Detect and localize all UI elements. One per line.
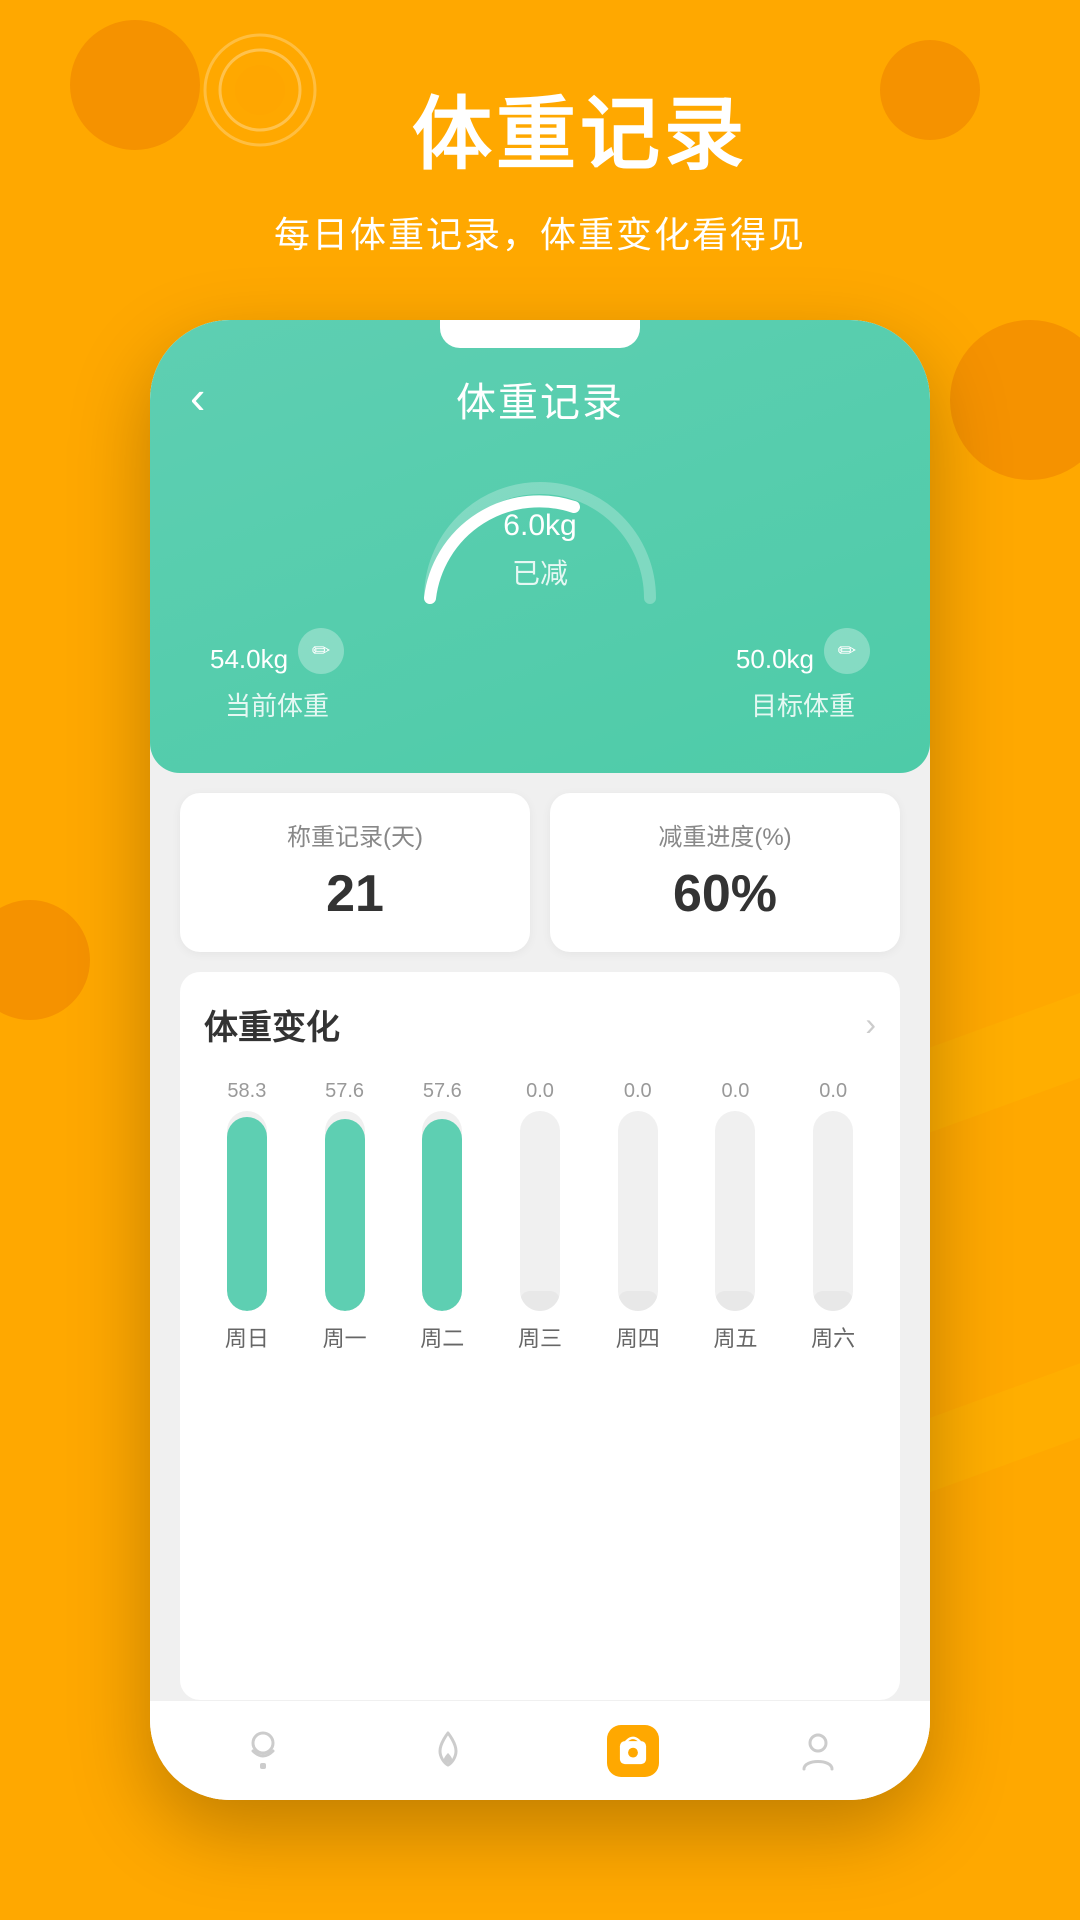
bar-day-label-4: 周四: [616, 1321, 660, 1353]
bar-fill-0: [227, 1117, 267, 1311]
stats-cards: 称重记录(天) 21 减重进度(%) 60%: [150, 773, 930, 952]
bar-day-label-3: 周三: [518, 1321, 562, 1353]
screen-title: 体重记录: [190, 370, 890, 428]
gauge-text: 6.0kg 已减: [503, 488, 576, 592]
edit-target-weight-button[interactable]: ✏: [824, 628, 870, 674]
top-section: ‹ 体重记录 6.0kg 已减: [150, 320, 930, 773]
bar-track-2: [422, 1111, 462, 1311]
bar-value-label-3: 0.0: [526, 1080, 554, 1103]
bar-col-4: 0.0 周四: [595, 1073, 681, 1353]
current-weight-value: 54.0kg: [210, 622, 288, 680]
app-subtitle: 每日体重记录，体重变化看得见: [0, 206, 1080, 258]
chart-more-arrow[interactable]: ›: [865, 1006, 876, 1043]
bar-track-3: [520, 1111, 560, 1311]
bar-fill-3: [520, 1291, 560, 1311]
app-title: 体重记录: [412, 70, 748, 186]
bar-fill-4: [618, 1291, 658, 1311]
bar-day-label-0: 周日: [225, 1321, 269, 1353]
bar-col-3: 0.0 周三: [497, 1073, 583, 1353]
person-icon: [792, 1725, 844, 1777]
bar-day-label-6: 周六: [811, 1321, 855, 1353]
food-icon: [237, 1725, 289, 1777]
stat-card-label-0: 称重记录(天): [200, 817, 510, 852]
bar-day-label-2: 周二: [420, 1321, 464, 1353]
bar-chart: 58.3 周日 57.6 周一 57.6 周二 0.0 周三 0.0 周四 0.0 周五 0.0 周六: [204, 1073, 876, 1353]
target-weight-stat: 50.0kg ✏ 目标体重: [736, 622, 870, 723]
phone-screen: ‹ 体重记录 6.0kg 已减: [150, 320, 930, 1800]
bar-fill-2: [422, 1119, 462, 1311]
phone-mockup: ‹ 体重记录 6.0kg 已减: [150, 320, 930, 1800]
stat-card-label-1: 减重进度(%): [570, 817, 880, 852]
bg-decoration-circle-3: [950, 320, 1080, 480]
bar-day-label-5: 周五: [713, 1321, 757, 1353]
bar-value-label-4: 0.0: [624, 1080, 652, 1103]
bar-value-label-5: 0.0: [722, 1080, 750, 1103]
edit-current-weight-button[interactable]: ✏: [298, 628, 344, 674]
gauge-value: 6.0kg: [503, 488, 576, 548]
bar-day-label-1: 周一: [323, 1321, 367, 1353]
nav-item-person[interactable]: [725, 1725, 910, 1777]
bar-track-5: [715, 1111, 755, 1311]
phone-notch: [440, 320, 640, 348]
chart-section: 体重变化 › 58.3 周日 57.6 周一 57.6 周二 0.0 周三 0.0 周四 0.0 周五…: [180, 972, 900, 1700]
bar-track-4: [618, 1111, 658, 1311]
nav-item-food[interactable]: [170, 1725, 355, 1777]
ring-decoration: [200, 30, 320, 150]
bottom-nav: [150, 1700, 930, 1800]
gauge-label: 已减: [503, 552, 576, 592]
stat-card-0: 称重记录(天) 21: [180, 793, 530, 952]
bar-value-label-6: 0.0: [819, 1080, 847, 1103]
bar-col-2: 57.6 周二: [399, 1073, 485, 1353]
bar-track-6: [813, 1111, 853, 1311]
stat-card-1: 减重进度(%) 60%: [550, 793, 900, 952]
stat-card-value-0: 21: [200, 864, 510, 924]
app-header: 体重记录 每日体重记录，体重变化看得见: [0, 0, 1080, 308]
bar-value-label-1: 57.6: [325, 1080, 364, 1103]
bar-fill-5: [715, 1291, 755, 1311]
gauge-container: 6.0kg 已减: [190, 458, 890, 592]
bar-track-0: [227, 1111, 267, 1311]
target-weight-label: 目标体重: [751, 686, 855, 723]
bar-value-label-0: 58.3: [227, 1080, 266, 1103]
bar-value-label-2: 57.6: [423, 1080, 462, 1103]
bar-col-0: 58.3 周日: [204, 1073, 290, 1353]
current-weight-label: 当前体重: [225, 686, 329, 723]
bar-fill-6: [813, 1291, 853, 1311]
current-weight-stat: 54.0kg ✏ 当前体重: [210, 622, 344, 723]
chart-title: 体重变化: [204, 1000, 340, 1049]
bar-col-1: 57.6 周一: [302, 1073, 388, 1353]
target-weight-value: 50.0kg: [736, 622, 814, 680]
stat-card-value-1: 60%: [570, 864, 880, 924]
back-button[interactable]: ‹: [190, 370, 205, 424]
nav-item-scale[interactable]: [540, 1725, 725, 1777]
chart-header: 体重变化 ›: [204, 1000, 876, 1049]
nav-item-fire[interactable]: [355, 1725, 540, 1777]
bar-col-6: 0.0 周六: [790, 1073, 876, 1353]
bar-track-1: [325, 1111, 365, 1311]
scale-icon: [607, 1725, 659, 1777]
bar-fill-1: [325, 1119, 365, 1311]
bar-col-5: 0.0 周五: [693, 1073, 779, 1353]
bg-decoration-circle-4: [0, 900, 90, 1020]
weight-stats: 54.0kg ✏ 当前体重 50.0kg ✏ 目标体: [190, 622, 890, 723]
fire-icon: [422, 1725, 474, 1777]
